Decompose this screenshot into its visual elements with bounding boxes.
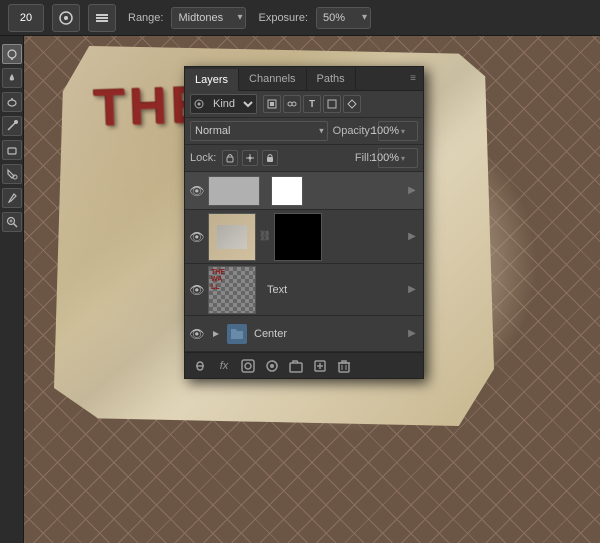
layer-visibility-toggle[interactable]: 👁 (189, 326, 205, 342)
layer-mask-thumbnail (274, 213, 322, 261)
kind-shape-icon[interactable] (323, 95, 341, 113)
layer-options-button[interactable]: ▶ (405, 172, 419, 212)
tab-paths[interactable]: Paths (307, 68, 356, 90)
layer-name: Center (250, 328, 402, 340)
brush-size-display[interactable]: 20 (8, 4, 44, 32)
kind-adjust-icon[interactable] (283, 95, 301, 113)
layers-list: 👁 ▶ 👁 ⛓ (185, 172, 423, 352)
delete-layer-icon[interactable] (333, 356, 355, 376)
paint-bucket-tool[interactable] (2, 164, 22, 184)
top-toolbar: 20 Range: Midtones Shadows Highlights Ex… (0, 0, 600, 36)
lock-position-icon[interactable] (242, 150, 258, 166)
kind-icons: T (263, 95, 361, 113)
options-icon[interactable] (88, 4, 116, 32)
table-row[interactable]: 👁 ⛓ ▶ (185, 210, 423, 264)
panel-tabs: Layers Channels Paths ≡ (185, 67, 423, 91)
fill-value[interactable]: 100% ▾ (378, 148, 418, 168)
layer-thumbnail (208, 213, 256, 261)
layer-thumbnail: THEWALL (208, 266, 256, 314)
layer-link-icon: ⛓ (259, 216, 271, 258)
dodge-tool[interactable] (2, 44, 22, 64)
lock-label: Lock: (190, 152, 216, 164)
fx-icon[interactable]: fx (213, 356, 235, 376)
eraser-tool[interactable] (2, 140, 22, 160)
layer-options-button[interactable]: ▶ (405, 313, 419, 353)
toolbox (0, 36, 24, 543)
tab-channels[interactable]: Channels (239, 68, 306, 90)
canvas-area[interactable]: THE WALL OODY R Layers Channels Paths ≡ (24, 36, 600, 543)
layers-panel: Layers Channels Paths ≡ Kind (184, 66, 424, 379)
layer-thumbnail (208, 176, 260, 206)
table-row[interactable]: 👁 Center ▶ (185, 316, 423, 352)
tab-layers[interactable]: Layers (185, 69, 239, 91)
table-row[interactable]: 👁 THEWALL Text ▶ (185, 264, 423, 316)
eye-dropper-tool[interactable] (2, 188, 22, 208)
kind-row: Kind T (185, 91, 423, 118)
new-group-icon[interactable] (285, 356, 307, 376)
burn-tool[interactable] (2, 68, 22, 88)
sponge-tool[interactable] (2, 92, 22, 112)
opacity-arrow: ▾ (401, 127, 405, 136)
lock-all-icon[interactable] (262, 150, 278, 166)
layer-options-button[interactable]: ▶ (405, 216, 419, 258)
folder-icon (227, 324, 247, 344)
opacity-label: Opacity: (333, 125, 373, 137)
layer-mask-thumbnail (271, 176, 303, 206)
range-select[interactable]: Midtones Shadows Highlights (171, 7, 246, 29)
text-thumb-content: THEWALL (211, 269, 225, 292)
fill-arrow: ▾ (401, 154, 405, 163)
exposure-select[interactable]: 50% 10% 100% (316, 7, 371, 29)
kind-text-icon[interactable]: T (303, 95, 321, 113)
layer-options-button[interactable]: ▶ (405, 269, 419, 311)
folder-expand-icon[interactable] (208, 326, 224, 342)
opacity-value[interactable]: 100% ▾ (378, 121, 418, 141)
kind-smart-icon[interactable] (343, 95, 361, 113)
kind-select[interactable]: Kind (190, 94, 257, 114)
add-mask-icon[interactable] (237, 356, 259, 376)
lock-pixels-icon[interactable] (222, 150, 238, 166)
brush-size-value: 20 (20, 12, 32, 24)
link-layers-icon[interactable] (189, 356, 211, 376)
kind-pixel-icon[interactable] (263, 95, 281, 113)
exposure-label: Exposure: (258, 12, 308, 24)
table-row[interactable]: 👁 ▶ (185, 172, 423, 210)
layer-visibility-toggle[interactable]: 👁 (189, 282, 205, 298)
layer-visibility-toggle[interactable]: 👁 (189, 183, 205, 199)
panel-bottom-toolbar: fx (185, 352, 423, 378)
blend-mode-select[interactable]: Normal Multiply Screen Overlay (190, 121, 328, 141)
layer-visibility-toggle[interactable]: 👁 (189, 229, 205, 245)
range-label: Range: (128, 12, 163, 24)
blend-opacity-row: Normal Multiply Screen Overlay Opacity: … (185, 118, 423, 145)
main-area: THE WALL OODY R Layers Channels Paths ≡ (0, 36, 600, 543)
new-layer-icon[interactable] (309, 356, 331, 376)
layer-name: Text (259, 284, 402, 296)
zoom-tool[interactable] (2, 212, 22, 232)
lock-fill-row: Lock: Fill: 100% ▾ (185, 145, 423, 172)
panel-close-button[interactable]: ≡ (403, 66, 423, 90)
smudge-tool[interactable] (2, 116, 22, 136)
adjustment-layer-icon[interactable] (261, 356, 283, 376)
brush-tool-icon[interactable] (52, 4, 80, 32)
fill-label: Fill: (355, 152, 372, 164)
